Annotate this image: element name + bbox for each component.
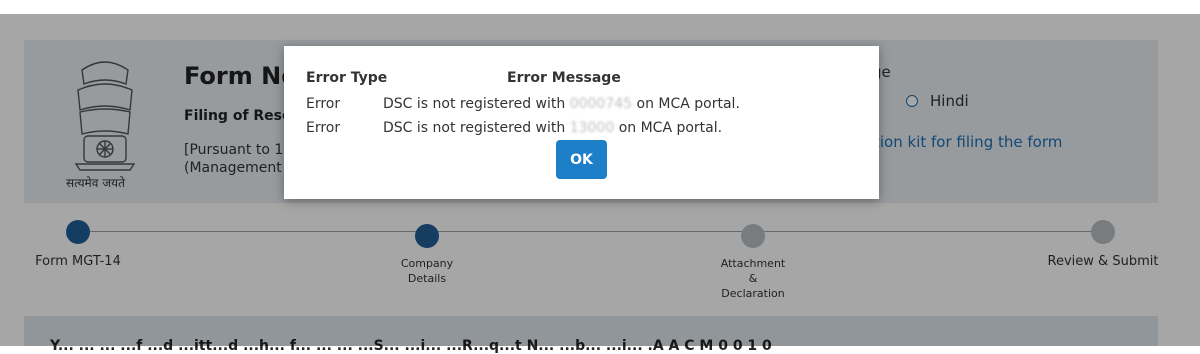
error-message-cell: DSC is not registered with 13000 on MCA … [383,120,722,136]
ok-button[interactable]: OK [556,140,607,179]
error-message-prefix: DSC is not registered with [383,96,570,112]
redacted-din: 0000745 [569,96,633,112]
error-dialog: Error Type Error Message Error DSC is no… [284,46,879,199]
error-type-header: Error Type [306,70,388,86]
error-message-cell: DSC is not registered with 0000745 on MC… [383,96,740,112]
error-type-cell: Error [306,120,341,136]
error-message-header: Error Message [507,70,621,86]
error-message-suffix: on MCA portal. [632,96,740,112]
error-message-suffix: on MCA portal. [614,120,723,136]
redacted-din: 13000 [569,120,615,136]
error-message-prefix: DSC is not registered with [383,120,570,136]
overlay-top-strip [0,0,1200,14]
error-type-cell: Error [306,96,341,112]
